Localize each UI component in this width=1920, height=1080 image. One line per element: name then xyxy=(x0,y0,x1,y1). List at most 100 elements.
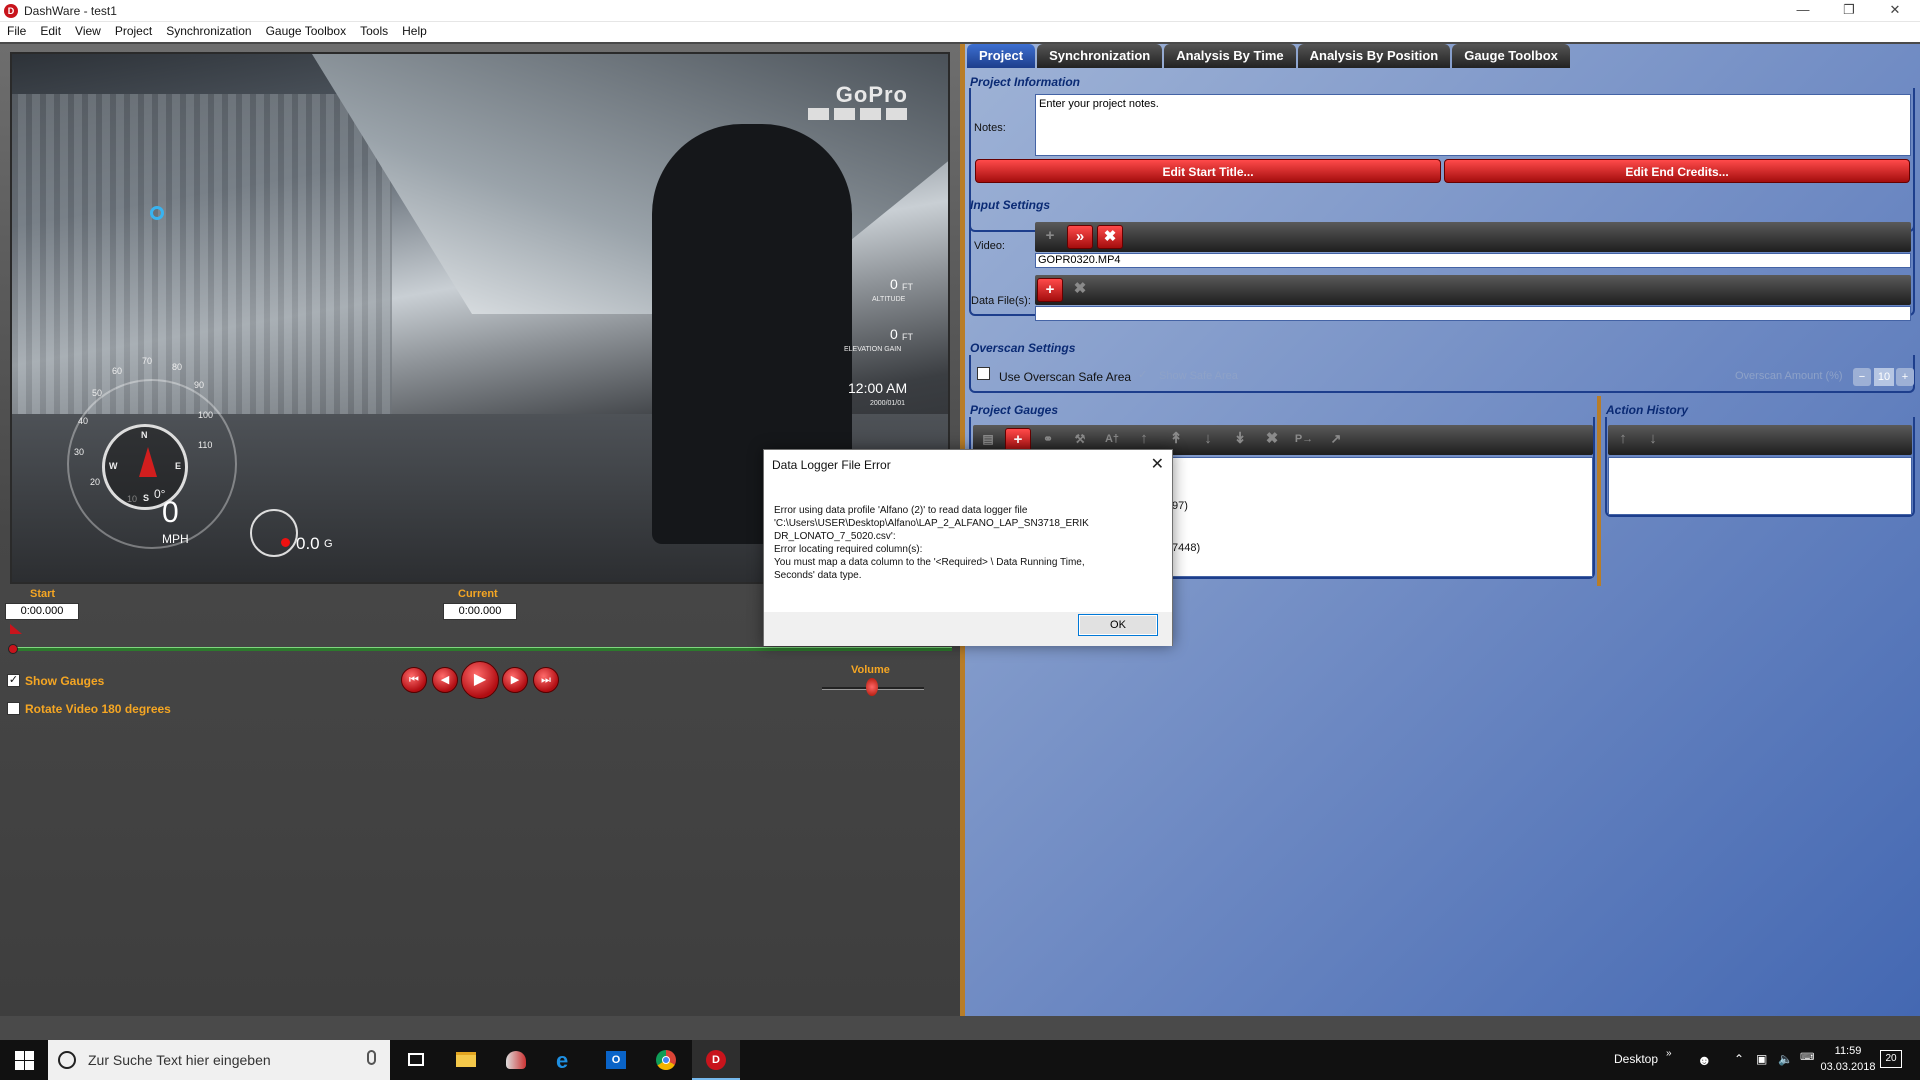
play-button[interactable]: ▶ xyxy=(461,661,499,699)
windows-start-icon[interactable] xyxy=(0,1040,48,1080)
skip-to-start-button[interactable]: ⏮ xyxy=(401,667,427,693)
edit-end-credits-button[interactable]: Edit End Credits... xyxy=(1444,159,1910,183)
menu-help[interactable]: Help xyxy=(395,22,434,40)
chrome-icon[interactable] xyxy=(642,1040,690,1080)
video-toolbar: + » ✖ xyxy=(1035,222,1911,252)
search-placeholder: Zur Suche Text hier eingeben xyxy=(88,1052,271,1068)
ok-button[interactable]: OK xyxy=(1078,614,1158,636)
altitude-value: 0 xyxy=(890,276,898,292)
volume-label: Volume xyxy=(851,664,890,676)
menu-project[interactable]: Project xyxy=(108,22,159,40)
input-settings-title: Input Settings xyxy=(970,198,1050,212)
delete-gauge-icon[interactable]: ✖ xyxy=(1259,428,1285,452)
pane-splitter[interactable] xyxy=(1597,396,1601,586)
edit-start-title-button[interactable]: Edit Start Title... xyxy=(975,159,1441,183)
rotate-video-checkbox[interactable] xyxy=(7,702,20,715)
task-view-icon[interactable] xyxy=(392,1040,440,1080)
gauge-list-item[interactable]: 7448) xyxy=(1172,542,1200,554)
volume-tray-icon[interactable]: 🔈 xyxy=(1778,1052,1793,1066)
menu-file[interactable]: File xyxy=(0,22,33,40)
speed-tick-label: 40 xyxy=(78,416,89,426)
menu-tools[interactable]: Tools xyxy=(353,22,395,40)
helmet-app-icon[interactable] xyxy=(492,1040,540,1080)
timeline-playhead[interactable] xyxy=(8,644,18,654)
export-gauge-icon[interactable]: P→ xyxy=(1291,428,1317,452)
network-icon[interactable]: ▣ xyxy=(1756,1052,1767,1066)
data-file-field[interactable] xyxy=(1035,306,1911,321)
menu-view[interactable]: View xyxy=(68,22,108,40)
overscan-settings-title: Overscan Settings xyxy=(970,341,1076,355)
tab-gauge-toolbox[interactable]: Gauge Toolbox xyxy=(1452,44,1570,68)
microphone-icon[interactable] xyxy=(367,1050,376,1065)
notes-label: Notes: xyxy=(974,122,1006,134)
add-data-file-icon[interactable]: + xyxy=(1037,278,1063,302)
redo-icon[interactable]: ↓ xyxy=(1640,428,1666,452)
gopro-logo: GoPro xyxy=(835,82,908,107)
compass-south: S xyxy=(143,493,150,503)
current-time-field[interactable]: 0:00.000 xyxy=(443,603,517,620)
minimize-button[interactable]: — xyxy=(1780,0,1826,22)
gauge-list-item[interactable]: 97) xyxy=(1172,500,1188,512)
outlook-icon[interactable]: O xyxy=(592,1040,640,1080)
step-forward-button[interactable]: ▶ xyxy=(502,667,528,693)
volume-slider-knob[interactable] xyxy=(866,678,878,696)
history-list[interactable] xyxy=(1608,457,1912,515)
notes-textarea[interactable]: Enter your project notes. xyxy=(1035,94,1911,156)
undo-icon[interactable]: ↑ xyxy=(1610,428,1636,452)
use-overscan-checkbox[interactable] xyxy=(977,367,990,380)
compass-needle-icon xyxy=(139,447,157,477)
dashware-taskbar-icon[interactable]: D xyxy=(692,1040,740,1080)
start-marker-flag-icon[interactable] xyxy=(10,624,22,634)
skip-to-end-button[interactable]: ⏭ xyxy=(533,667,559,693)
restore-button[interactable]: ❐ xyxy=(1826,0,1872,22)
menu-synchronization[interactable]: Synchronization xyxy=(159,22,258,40)
compass-east: E xyxy=(175,461,182,471)
toolbar-expand-icon[interactable]: » xyxy=(1666,1048,1672,1059)
video-file-field[interactable]: GOPR0320.MP4 xyxy=(1035,253,1911,268)
tab-analysis-by-time[interactable]: Analysis By Time xyxy=(1164,44,1296,68)
add-video-icon[interactable]: + xyxy=(1037,225,1063,249)
open-external-icon[interactable]: ↗ xyxy=(1323,428,1349,452)
dialog-close-icon[interactable]: ✕ xyxy=(1151,454,1164,474)
taskbar-clock[interactable]: 11:59 03.03.2018 xyxy=(1818,1043,1878,1075)
fence-background xyxy=(12,94,392,414)
desktop-toolbar-label[interactable]: Desktop xyxy=(1614,1052,1658,1066)
video-sync-icon[interactable]: » xyxy=(1067,225,1093,249)
menu-gauge-toolbox[interactable]: Gauge Toolbox xyxy=(259,22,354,40)
gopro-logo-blocks xyxy=(808,108,908,120)
overscan-amount-label: Overscan Amount (%) xyxy=(1735,370,1843,382)
elevation-gain-label: ELEVATION GAIN xyxy=(844,346,902,353)
start-time-field[interactable]: 0:00.000 xyxy=(5,603,79,620)
file-explorer-icon[interactable] xyxy=(442,1040,490,1080)
tab-analysis-by-position[interactable]: Analysis By Position xyxy=(1297,44,1451,68)
show-gauges-label: Show Gauges xyxy=(25,674,105,688)
tab-project[interactable]: Project xyxy=(967,44,1036,68)
tab-bar: Project Synchronization Analysis By Time An… xyxy=(967,44,1572,68)
menu-bar: File Edit View Project Synchronization Gauge … xyxy=(0,22,1920,42)
remove-video-icon[interactable]: ✖ xyxy=(1097,225,1123,249)
tab-synchronization[interactable]: Synchronization xyxy=(1037,44,1163,68)
notification-center-icon[interactable]: 20 xyxy=(1880,1050,1902,1068)
gforce-unit: G xyxy=(324,538,333,550)
close-button[interactable]: ✕ xyxy=(1872,0,1918,22)
cortana-search-icon xyxy=(58,1051,76,1069)
menu-edit[interactable]: Edit xyxy=(33,22,68,40)
step-back-button[interactable]: ◀ xyxy=(432,667,458,693)
edge-browser-icon[interactable]: e xyxy=(542,1040,590,1080)
app-window: D DashWare - test1 — ❐ ✕ File Edit View Pro… xyxy=(0,0,1920,1040)
taskbar-search-box[interactable]: Zur Suche Text hier eingeben xyxy=(48,1040,390,1080)
remove-data-file-icon[interactable]: ✖ xyxy=(1067,278,1093,302)
gauge-position-marker[interactable] xyxy=(150,206,164,220)
show-hidden-icons-icon[interactable]: ⌃ xyxy=(1734,1052,1744,1066)
show-gauges-checkbox[interactable]: ✓ xyxy=(7,674,20,687)
people-icon[interactable]: ☻ xyxy=(1697,1052,1712,1068)
dialog-message: Error using data profile 'Alfano (2)' to… xyxy=(774,505,1089,581)
move-down-icon[interactable]: ↓ xyxy=(1195,428,1221,452)
move-bottom-icon[interactable]: ↡ xyxy=(1227,428,1253,452)
taskbar: Zur Suche Text hier eingeben e O D Deskt… xyxy=(0,1040,1920,1080)
compass-north: N xyxy=(141,430,148,440)
altitude-unit: FT xyxy=(902,282,913,292)
timeline-scrubber[interactable] xyxy=(12,647,952,651)
input-language-icon[interactable]: ⌨ xyxy=(1800,1052,1814,1063)
overscan-decrease-icon: − xyxy=(1853,368,1871,386)
